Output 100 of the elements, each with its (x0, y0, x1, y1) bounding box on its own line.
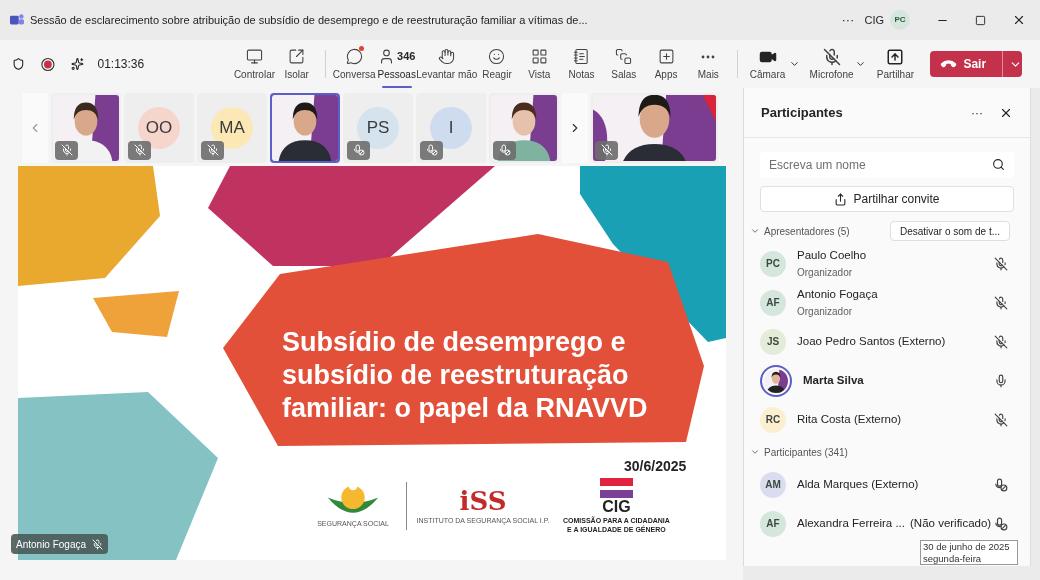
share-icon (834, 192, 848, 206)
stripes-logo-icon (599, 478, 633, 498)
search-field[interactable]: Escreva um nome (760, 152, 1014, 178)
participant-tile[interactable]: MA (197, 92, 267, 163)
section-label: Apresentadores (5) (764, 224, 850, 239)
participant-name: Marta Silva (803, 372, 864, 388)
chat-icon (345, 48, 363, 65)
toolbar-label: Pessoas (377, 67, 416, 82)
notebook-icon (573, 48, 590, 65)
participant-row[interactable]: PC Paulo Coelho Organizador (750, 244, 1024, 283)
toolbar-button[interactable]: Isolar (275, 42, 318, 86)
participant-role: Organizador (797, 265, 854, 280)
button-label: Partilhar convite (853, 191, 940, 208)
toolbar-label: Isolar (284, 67, 309, 82)
section-header[interactable]: Apresentadores (5) (750, 223, 890, 239)
toolbar-button[interactable]: Mais (687, 42, 730, 86)
toolbar-label: Controlar (233, 67, 276, 82)
hand-icon (438, 48, 456, 65)
toolbar-label: Notas (568, 67, 595, 82)
chevron-down-icon (750, 226, 760, 236)
sparkle-icon[interactable] (70, 57, 84, 71)
participant-avatar: PC (760, 250, 786, 277)
participant-tile[interactable]: I (416, 92, 486, 163)
video-tile[interactable] (270, 92, 340, 163)
tooltip-line: segunda-feira (923, 553, 983, 564)
slide-title-line: Subsídio de desemprego e (282, 326, 627, 359)
recording-icon[interactable] (40, 56, 55, 72)
more-button[interactable]: ··· (971, 103, 983, 122)
monitor-icon (245, 48, 263, 65)
avatar-initials: OO (138, 106, 180, 149)
leave-label: Sair (963, 56, 987, 73)
shield-icon[interactable] (12, 57, 25, 71)
participant-avatar: AF (760, 289, 786, 316)
avatar-initials: MA (211, 106, 253, 149)
toolbar-label: Câmara (749, 67, 786, 82)
close-icon[interactable] (1012, 13, 1026, 27)
participant-row[interactable]: AF Alexandra Ferreira ... (Não verificado) (750, 504, 1024, 543)
toolbar-button[interactable]: 346 Pessoas (375, 42, 418, 86)
camera-button[interactable]: Câmara (746, 42, 789, 86)
toolbar-label: Mais (697, 67, 719, 82)
avatar-initials: PS (357, 106, 399, 149)
participant-row[interactable]: AM Alda Marques (Externo) (750, 465, 1024, 504)
toolbar-button[interactable]: Levantar mão (417, 42, 476, 86)
toolbar-button[interactable]: Notas (560, 42, 603, 86)
pop-out-icon (288, 48, 306, 65)
toolbar-label: Vista (528, 67, 551, 82)
section-header[interactable]: Participantes (341) (750, 444, 1024, 460)
search-icon[interactable] (992, 158, 1005, 171)
account-avatar[interactable]: PC (890, 10, 910, 30)
speaker-name: Antonio Fogaça (16, 537, 87, 552)
toolbar-button[interactable]: Vista (518, 42, 561, 86)
toolbar-label: Reagir (482, 67, 512, 82)
participant-row[interactable]: AF Antonio Fogaça Organizador (750, 283, 1024, 322)
video-tile[interactable] (51, 92, 121, 163)
toolbar-button[interactable]: Conversa (332, 42, 376, 86)
toolbar-button[interactable]: Salas (602, 42, 645, 86)
participant-row[interactable]: Marta Silva (750, 361, 1024, 400)
microphone-button[interactable]: Microfone (807, 42, 856, 86)
share-invite-button[interactable]: Partilhar convite (760, 186, 1014, 212)
section-label: Participantes (341) (764, 445, 848, 460)
video-tile[interactable] (489, 92, 559, 163)
slide-date: 30/6/2025 (624, 457, 687, 476)
toolbar-button[interactable]: Controlar (233, 42, 276, 86)
participant-name: Paulo Coelho (797, 248, 867, 264)
participant-name: Alda Marques (Externo) (797, 476, 919, 492)
more-icon (701, 54, 716, 59)
logo-mark: iSS (459, 485, 507, 516)
window-title: Sessão de esclarecimento sobre atribuição de subsídio de desemprego e de reestruturação familiar a vítimas de... (30, 12, 588, 28)
people-count: 346 (397, 49, 416, 65)
participant-avatar: AF (760, 510, 786, 537)
maximize-icon[interactable] (975, 14, 986, 26)
participant-role: Organizador (797, 304, 854, 319)
toolbar-label: Salas (611, 67, 637, 82)
share-button[interactable]: Partilhar (872, 42, 919, 86)
smile-icon (488, 48, 506, 65)
participant-name: Joao Pedro Santos (Externo) (797, 333, 946, 349)
participant-tile[interactable]: PS (343, 92, 413, 163)
slide-title-line: subsídio de reestruturação (282, 359, 630, 392)
chevron-down-icon (750, 447, 760, 457)
participant-avatar: AM (760, 471, 786, 498)
mute-all-button[interactable]: Desativar o som de t... (889, 221, 1010, 241)
grid-icon (530, 48, 548, 65)
participant-name: Rita Costa (Externo) (797, 411, 902, 427)
participant-name: Antonio Fogaça (797, 287, 878, 303)
logo-mark: CIG (602, 498, 631, 516)
organization-label: CIG (864, 12, 884, 28)
participant-row[interactable]: JS Joao Pedro Santos (Externo) (750, 322, 1024, 361)
participant-tile[interactable]: OO (124, 92, 194, 163)
panel-title: Participantes (761, 103, 844, 122)
toolbar-label: Partilhar (876, 67, 915, 82)
participant-row[interactable]: RC Rita Costa (Externo) (750, 400, 1024, 439)
toolbar-button[interactable]: Apps (644, 42, 688, 86)
verification-note: (Não verificado) (910, 515, 992, 531)
stacked-squares-icon (615, 48, 633, 65)
more-button[interactable]: ··· (841, 10, 855, 30)
tooltip-line: 30 de junho de 2025 (923, 541, 1011, 553)
app-logo-icon (10, 13, 24, 27)
participant-avatar: JS (760, 328, 786, 355)
toolbar-label: Apps (654, 67, 678, 82)
participant-avatar: RC (760, 406, 786, 433)
